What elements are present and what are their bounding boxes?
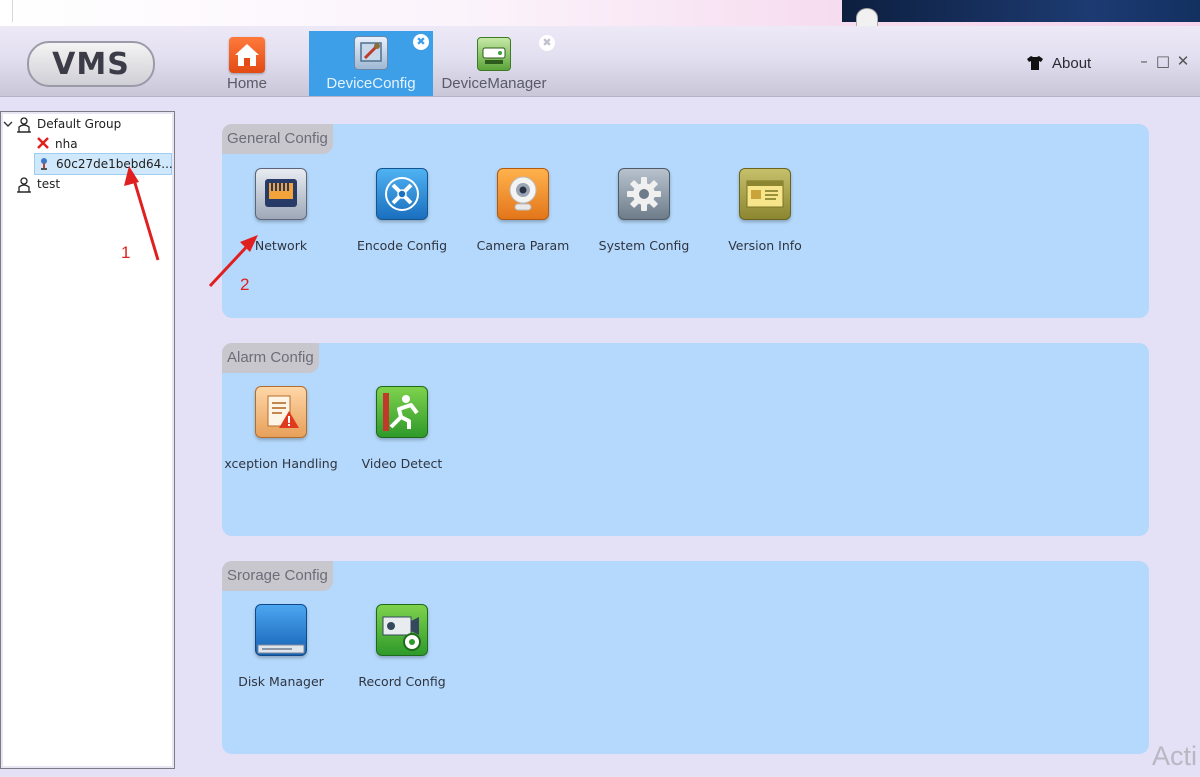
annotation-arrows <box>124 166 258 288</box>
activation-watermark: Acti <box>1152 741 1198 771</box>
annotation-arrow-2 <box>208 235 258 288</box>
annotation-step-1: 1 <box>121 243 131 262</box>
annotation-step-2: 2 <box>240 275 250 294</box>
